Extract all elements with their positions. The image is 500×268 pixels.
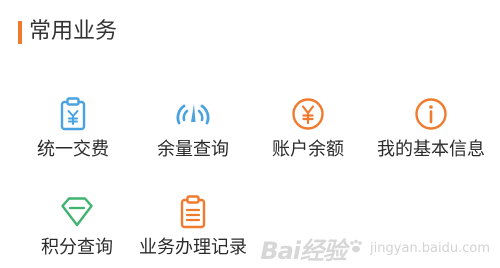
paw-icon <box>348 238 364 258</box>
clipboard-list-icon <box>175 194 211 230</box>
service-tile-business-records[interactable]: 业务办理记录 <box>133 194 253 268</box>
section-title: 常用业务 <box>29 19 118 44</box>
diamond-icon <box>59 194 95 230</box>
clipboard-yen-icon <box>55 96 91 132</box>
baidu-jingyan-watermark: Bai经验 jingyan.baidu.com <box>260 234 490 265</box>
service-label: 业务办理记录 <box>139 237 247 258</box>
gauge-icon <box>175 96 211 132</box>
service-label: 积分查询 <box>41 237 113 258</box>
watermark-brand: Bai经验 <box>260 236 347 265</box>
section-accent-bar <box>18 21 22 44</box>
yen-circle-icon <box>290 96 326 132</box>
info-circle-icon <box>413 96 449 132</box>
service-tile-unified-payment[interactable]: 统一交费 <box>18 96 128 176</box>
service-label: 我的基本信息 <box>377 139 485 160</box>
service-label: 余量查询 <box>157 139 229 160</box>
watermark-site: jingyan.baidu.com <box>370 240 490 256</box>
section-header: 常用业务 <box>0 16 500 48</box>
service-tile-balance-query[interactable]: 余量查询 <box>138 96 248 176</box>
service-tile-account-balance[interactable]: 账户余额 <box>253 96 363 176</box>
service-label: 统一交费 <box>37 139 109 160</box>
service-tile-basic-info[interactable]: 我的基本信息 <box>366 96 496 176</box>
service-label: 账户余额 <box>272 139 344 160</box>
service-tile-points-query[interactable]: 积分查询 <box>22 194 132 268</box>
common-services-screen: 常用业务 统一交费 余量查询 账户余额 我的基本信息 积分查询 业务办理记录 B… <box>0 0 500 268</box>
